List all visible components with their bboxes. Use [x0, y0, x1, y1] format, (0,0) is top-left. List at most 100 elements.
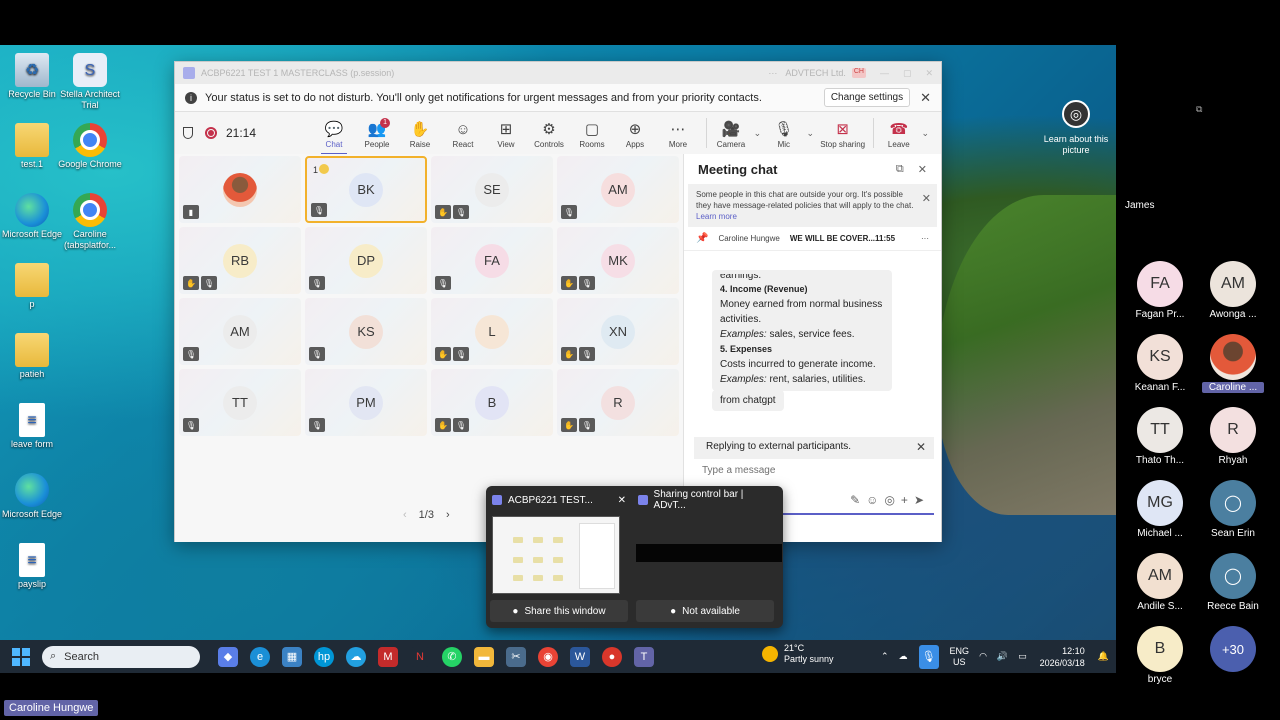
desktop-icon[interactable]: Microsoft Edge: [0, 473, 64, 520]
word-icon[interactable]: W: [570, 646, 590, 667]
desktop-icon[interactable]: p: [0, 263, 64, 310]
apps-button[interactable]: ⊕ Apps: [614, 118, 656, 149]
rooms-button[interactable]: ▢ Rooms: [571, 118, 613, 149]
mcafee-icon[interactable]: M: [378, 646, 398, 667]
volume-icon[interactable]: 🔊: [997, 651, 1008, 662]
taskbar-search[interactable]: ⌕ Search: [42, 645, 200, 668]
participant-tile[interactable]: ▮: [179, 156, 301, 223]
desktop-icon[interactable]: Google Chrome: [58, 123, 122, 170]
view-button[interactable]: ⊞ View: [485, 118, 527, 149]
chevron-down-icon[interactable]: ⌄: [921, 128, 929, 139]
user-icon[interactable]: ◯: [1210, 553, 1256, 599]
snipping-tool-icon[interactable]: ✂: [506, 646, 526, 667]
share-this-window-button[interactable]: ● Share this window: [490, 600, 628, 622]
more-participants[interactable]: +30: [1210, 626, 1256, 672]
desktop-icon[interactable]: test.1: [0, 123, 64, 170]
desktop-icon[interactable]: ≡ payslip: [0, 543, 64, 590]
participant-tile[interactable]: BK 1 🎙: [305, 156, 427, 223]
participant-tile[interactable]: AM 🎙: [179, 298, 301, 365]
participant-avatar[interactable]: MG: [1137, 480, 1183, 526]
desktop-icon[interactable]: Caroline (tabsplatfor...: [58, 193, 122, 251]
language-indicator[interactable]: ENG US: [950, 646, 970, 668]
participant-tile[interactable]: TT 🎙: [179, 369, 301, 436]
participant-avatar[interactable]: B: [1137, 626, 1183, 672]
people-button[interactable]: 👥 People 1: [356, 117, 398, 149]
minimize-icon[interactable]: —: [880, 68, 889, 78]
hp-icon[interactable]: hp: [314, 646, 334, 667]
whatsapp-icon[interactable]: ✆: [442, 646, 462, 667]
learn-about-picture[interactable]: ◎ Learn about this picture: [1040, 100, 1112, 156]
pdf-reader-icon[interactable]: ●: [602, 646, 622, 667]
weather-app-icon[interactable]: ☁: [346, 646, 366, 667]
chrome-icon[interactable]: ◉: [538, 646, 558, 667]
participant-tile[interactable]: FA 🎙: [431, 227, 553, 294]
clock[interactable]: 12:10 2026/03/18: [1040, 645, 1085, 669]
title-bar[interactable]: ACBP6221 TEST 1 MASTERCLASS (p.session) …: [175, 62, 941, 84]
desktop-icon[interactable]: ♻ Recycle Bin: [0, 53, 64, 100]
maximize-icon[interactable]: ▢: [903, 68, 912, 79]
start-button[interactable]: [12, 647, 30, 666]
file-explorer-icon[interactable]: ▬: [474, 646, 494, 667]
next-page-icon[interactable]: ›: [446, 509, 450, 521]
close-icon[interactable]: ✕: [918, 163, 927, 176]
emoji-icon[interactable]: ☺: [866, 493, 884, 507]
stop-sharing-button[interactable]: ⊠ Stop sharing: [818, 118, 866, 149]
user-icon[interactable]: ◯: [1210, 480, 1256, 526]
sticker-icon[interactable]: ◎: [884, 493, 900, 507]
participant-tile[interactable]: B ✋ 🎙: [431, 369, 553, 436]
thumbnail-sharing-control-bar[interactable]: Sharing control bar | ADvT... ● Not avail…: [632, 486, 782, 628]
close-icon[interactable]: ✕: [920, 90, 931, 106]
participant-avatar[interactable]: R: [1210, 407, 1256, 453]
participant-tile[interactable]: RB ✋ 🎙: [179, 227, 301, 294]
change-settings-button[interactable]: Change settings: [823, 88, 911, 107]
participant-tile[interactable]: L ✋ 🎙: [431, 298, 553, 365]
teams-icon[interactable]: T: [634, 646, 654, 667]
learn-more-link[interactable]: Learn more: [696, 212, 737, 221]
close-icon[interactable]: ✕: [922, 194, 931, 205]
participant-avatar[interactable]: TT: [1137, 407, 1183, 453]
chevron-down-icon[interactable]: ⌄: [754, 128, 762, 139]
participant-photo[interactable]: [1210, 334, 1256, 380]
add-icon[interactable]: +: [901, 493, 914, 507]
store-icon[interactable]: ▦: [282, 646, 302, 667]
popout-icon[interactable]: ⧉: [896, 163, 904, 176]
raise-button[interactable]: ✋ Raise: [399, 118, 441, 149]
chevron-down-icon[interactable]: ⌄: [806, 128, 814, 139]
more-icon[interactable]: ···: [921, 234, 929, 243]
close-icon[interactable]: ✕: [618, 495, 626, 506]
desktop-icon[interactable]: S Stella Architect Trial: [58, 53, 122, 111]
prev-page-icon[interactable]: ‹: [403, 509, 407, 521]
participant-tile[interactable]: AM 🎙: [557, 156, 679, 223]
close-icon[interactable]: ✕: [925, 68, 933, 79]
mic-in-use-icon[interactable]: 🎙: [918, 644, 939, 669]
participant-avatar[interactable]: KS: [1137, 334, 1183, 380]
notification-icon[interactable]: 🔔: [1098, 651, 1109, 662]
weather-widget[interactable]: 21°C Partly sunny: [762, 643, 834, 665]
participant-tile[interactable]: MK ✋ 🎙: [557, 227, 679, 294]
participant-avatar[interactable]: AM: [1137, 553, 1183, 599]
participant-avatar[interactable]: AM: [1210, 261, 1256, 307]
leave-button[interactable]: ☎ Leave: [881, 118, 917, 149]
participant-tile[interactable]: KS 🎙: [305, 298, 427, 365]
netflix-icon[interactable]: N: [410, 646, 430, 667]
mic-button[interactable]: 🎙 Mic: [766, 118, 802, 149]
send-icon[interactable]: ➤: [914, 493, 930, 507]
wifi-icon[interactable]: ◠: [979, 651, 987, 662]
copilot-icon[interactable]: ◆: [218, 646, 238, 667]
onedrive-icon[interactable]: ☁: [899, 651, 908, 662]
message-input[interactable]: Type a message: [702, 465, 775, 476]
battery-icon[interactable]: ▭: [1018, 651, 1027, 662]
more-button[interactable]: ⋯ More: [657, 118, 699, 149]
chat-button[interactable]: 💬 Chat: [313, 118, 355, 155]
controls-button[interactable]: ⚙ Controls: [528, 118, 570, 149]
pinned-message[interactable]: 📌 Caroline Hungwe WE WILL BE COVER...11:…: [684, 227, 941, 251]
chevron-up-icon[interactable]: ⌃: [881, 651, 889, 662]
desktop-icon[interactable]: ≡ leave form: [0, 403, 64, 450]
edge-icon[interactable]: e: [250, 646, 270, 667]
format-icon[interactable]: ✎: [850, 493, 866, 507]
react-button[interactable]: ☺ React: [442, 118, 484, 149]
more-icon[interactable]: ···: [768, 68, 777, 78]
participant-tile[interactable]: R ✋ 🎙: [557, 369, 679, 436]
teams-meeting-window[interactable]: ACBP6221 TEST 1 MASTERCLASS (p.session) …: [174, 61, 942, 542]
camera-button[interactable]: 🎥 Camera: [713, 118, 749, 149]
